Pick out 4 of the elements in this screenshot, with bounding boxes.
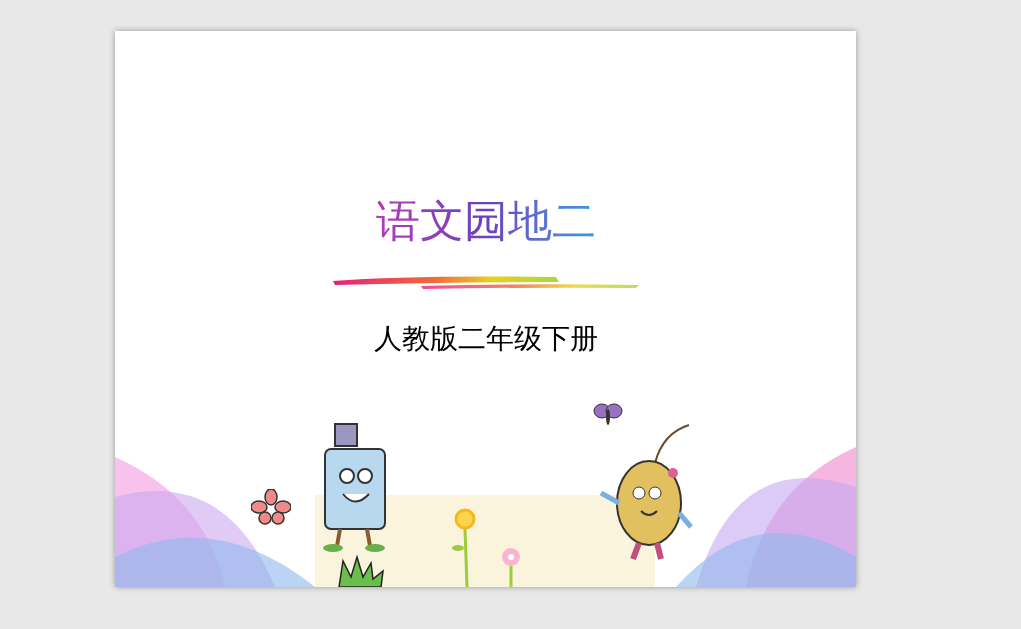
flower-icon xyxy=(251,489,291,525)
slide-subtitle: 人教版二年级下册 xyxy=(373,321,598,357)
butterfly-icon xyxy=(593,401,623,427)
grass-icon xyxy=(337,555,385,587)
